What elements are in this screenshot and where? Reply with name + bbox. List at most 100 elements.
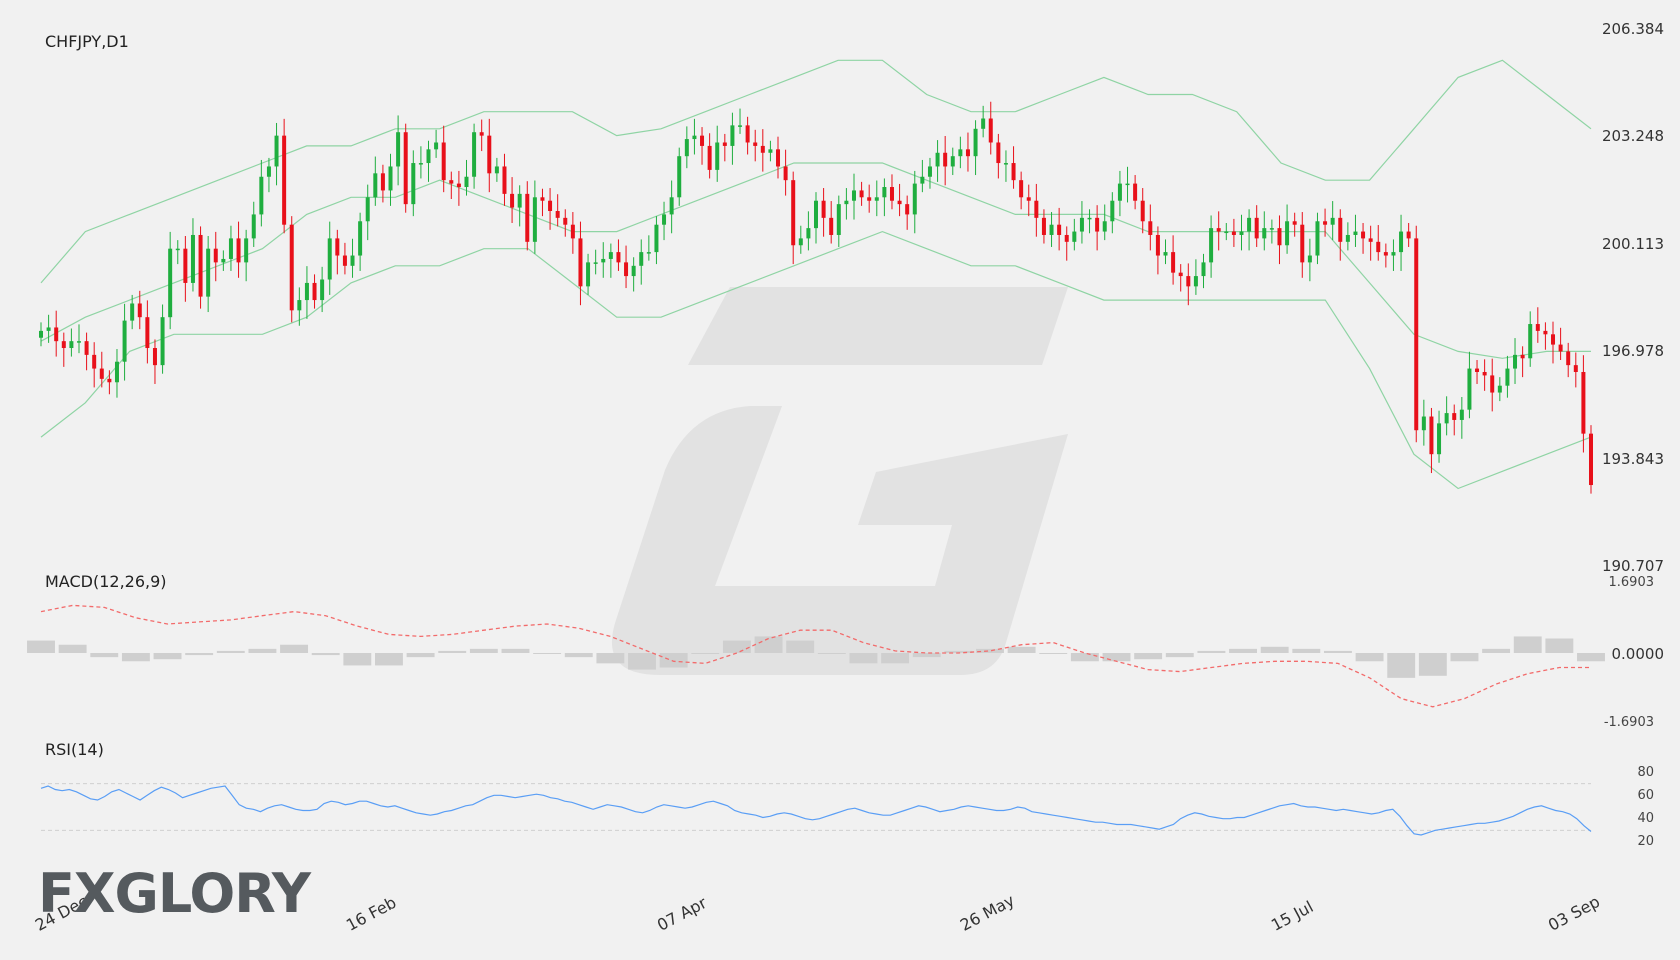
price-tick: 190.707: [1601, 557, 1664, 575]
candle-body: [1566, 351, 1571, 366]
macd-histogram-bar: [469, 648, 498, 653]
candle-body: [1330, 217, 1335, 225]
candle-body: [1535, 324, 1540, 331]
candle-body: [183, 248, 188, 283]
macd-tick: 1.6903: [1608, 575, 1655, 590]
candle-body: [988, 118, 993, 143]
candle-body: [39, 330, 43, 338]
candle-body: [1581, 371, 1586, 434]
watermark-shape: [688, 287, 1068, 365]
candle-body: [950, 156, 955, 167]
candle-body: [624, 262, 629, 277]
candle-body: [479, 132, 484, 136]
candle-body: [631, 265, 636, 277]
candle-body: [1383, 252, 1388, 256]
candle-body: [563, 217, 568, 225]
candle-body: [92, 354, 97, 369]
macd-histogram-bar: [1039, 653, 1068, 654]
rsi-tick: 60: [1637, 788, 1654, 803]
macd-histogram-bar: [596, 653, 625, 664]
candle-body: [236, 238, 241, 263]
candle-body: [1057, 224, 1062, 235]
macd-tick: -1.6903: [1603, 715, 1654, 730]
candle-body: [1505, 368, 1510, 386]
candle-body: [1247, 217, 1252, 232]
candle-body: [1079, 217, 1084, 232]
candle-body: [1368, 238, 1373, 242]
candle-body: [175, 248, 180, 251]
macd-histogram-bar: [343, 653, 372, 666]
candle-body: [753, 142, 758, 146]
candle-body: [472, 132, 477, 177]
rsi-title: RSI(14): [45, 740, 104, 759]
candle-body: [1315, 221, 1320, 256]
candle-body: [943, 152, 948, 167]
macd-histogram-bar: [1102, 653, 1131, 662]
candle-body: [601, 258, 606, 263]
macd-histogram-bar: [849, 653, 878, 664]
candle-body: [198, 234, 203, 297]
candle-body: [654, 224, 659, 253]
macd-histogram-bar: [1450, 653, 1479, 662]
candle-body: [1163, 252, 1168, 256]
macd-histogram-bar: [1355, 653, 1384, 662]
candle-body: [707, 145, 712, 170]
brand-logo: FXGLORY: [38, 862, 311, 925]
macd-histogram-bar: [786, 640, 815, 653]
candle-body: [1558, 344, 1563, 352]
candle-body: [791, 180, 796, 246]
macd-histogram-bar: [248, 648, 277, 653]
candle-body: [494, 166, 499, 174]
rsi-tick: 40: [1637, 811, 1654, 826]
candle-body: [684, 139, 689, 157]
macd-histogram-bar: [311, 653, 340, 656]
candle-body: [867, 197, 872, 201]
candle-body: [365, 197, 370, 222]
candle-body: [1285, 221, 1290, 246]
candle-body: [114, 361, 119, 383]
candle-body: [1087, 217, 1092, 220]
candle-body: [380, 173, 385, 191]
bollinger-upper-band: [40, 59, 1592, 284]
candle-body: [1490, 375, 1495, 393]
candle-body: [1277, 228, 1282, 246]
symbol-title: CHFJPY,D1: [45, 32, 129, 51]
macd-histogram-bar: [438, 650, 467, 653]
candle-body: [304, 282, 309, 301]
candle-body: [1041, 217, 1046, 235]
candle-body: [851, 190, 856, 201]
candle-body: [806, 228, 811, 239]
fxglory-g-watermark: [611, 287, 1068, 675]
macd-histogram-bar: [722, 640, 751, 653]
candle-body: [540, 197, 545, 201]
candle-body: [616, 252, 621, 263]
candle-body: [190, 234, 195, 283]
candle-body: [608, 252, 613, 259]
macd-histogram-bar: [153, 653, 182, 660]
chart-area: CHFJPY,D1 MACD(12,26,9) RSI(14) 206.384 …: [0, 0, 1680, 960]
candle-body: [958, 149, 963, 157]
candle-body: [1193, 276, 1198, 287]
candle-body: [532, 197, 537, 242]
candle-body: [578, 238, 583, 287]
price-tick: 200.113: [1601, 235, 1664, 253]
candle-body: [996, 142, 1001, 164]
candle-body: [244, 238, 249, 263]
candle-body: [1475, 368, 1480, 372]
candle-body: [897, 200, 902, 205]
candle-body: [555, 210, 560, 218]
candle-body: [1026, 197, 1031, 201]
candle-body: [1125, 183, 1130, 186]
candle-body: [1254, 217, 1259, 239]
candle-body: [1452, 413, 1457, 420]
candle-body: [836, 204, 841, 235]
candle-body: [874, 197, 879, 201]
candle-body: [646, 252, 651, 254]
price-tick: 206.384: [1601, 20, 1664, 38]
macd-histogram-bar: [1007, 646, 1036, 653]
candle-body: [1345, 234, 1350, 242]
macd-histogram-bar: [375, 653, 403, 666]
candle-body: [396, 132, 401, 167]
candle-body: [1414, 238, 1419, 431]
candle-body: [1110, 200, 1115, 222]
